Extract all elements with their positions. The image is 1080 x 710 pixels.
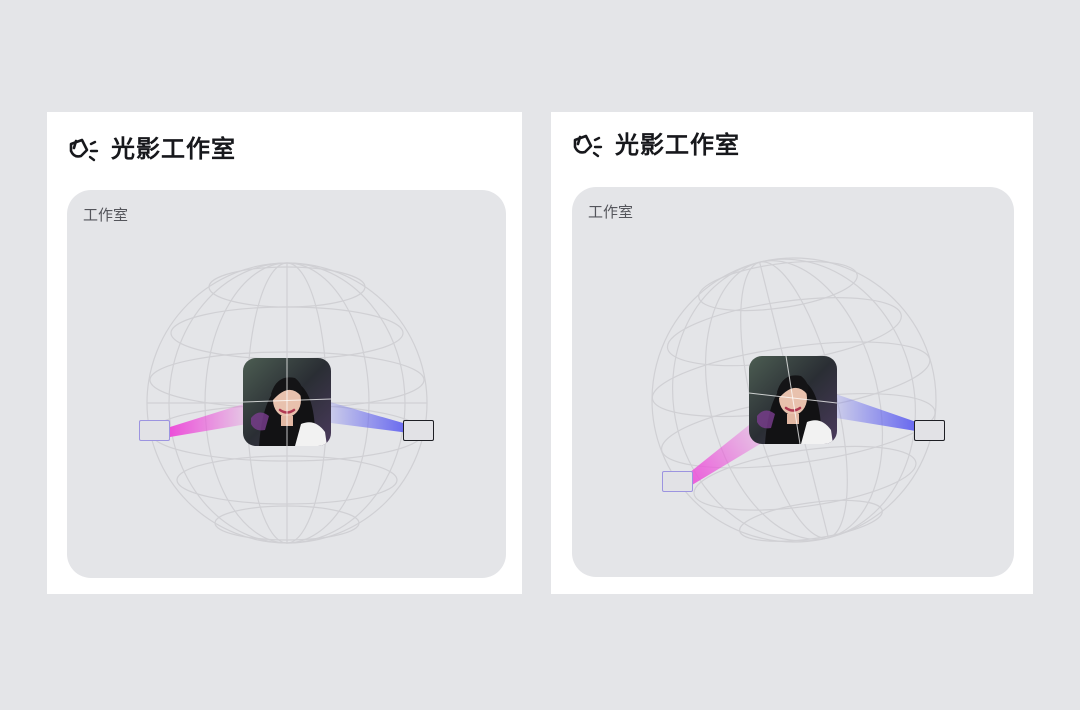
spotlight-icon bbox=[69, 138, 99, 162]
fill-light-handle[interactable] bbox=[914, 420, 945, 441]
light-stage[interactable] bbox=[67, 190, 506, 578]
key-light-handle[interactable] bbox=[139, 420, 170, 441]
studio-card: 工作室 bbox=[67, 190, 506, 578]
light-studio-panel-left: 光影工作室 工作室 bbox=[47, 112, 522, 594]
studio-card: 工作室 bbox=[572, 187, 1014, 577]
light-stage[interactable] bbox=[572, 187, 1014, 577]
light-studio-panel-right: 光影工作室 工作室 bbox=[551, 112, 1033, 594]
spotlight-icon bbox=[573, 134, 603, 158]
key-light-handle[interactable] bbox=[662, 471, 693, 492]
fill-light-handle[interactable] bbox=[403, 420, 434, 441]
axis-crosshair bbox=[242, 358, 332, 446]
panel-title: 光影工作室 bbox=[615, 131, 740, 159]
axis-crosshair bbox=[748, 355, 838, 445]
panel-title: 光影工作室 bbox=[111, 135, 236, 163]
panel-header: 光影工作室 bbox=[571, 130, 740, 160]
panel-header: 光影工作室 bbox=[67, 134, 236, 164]
